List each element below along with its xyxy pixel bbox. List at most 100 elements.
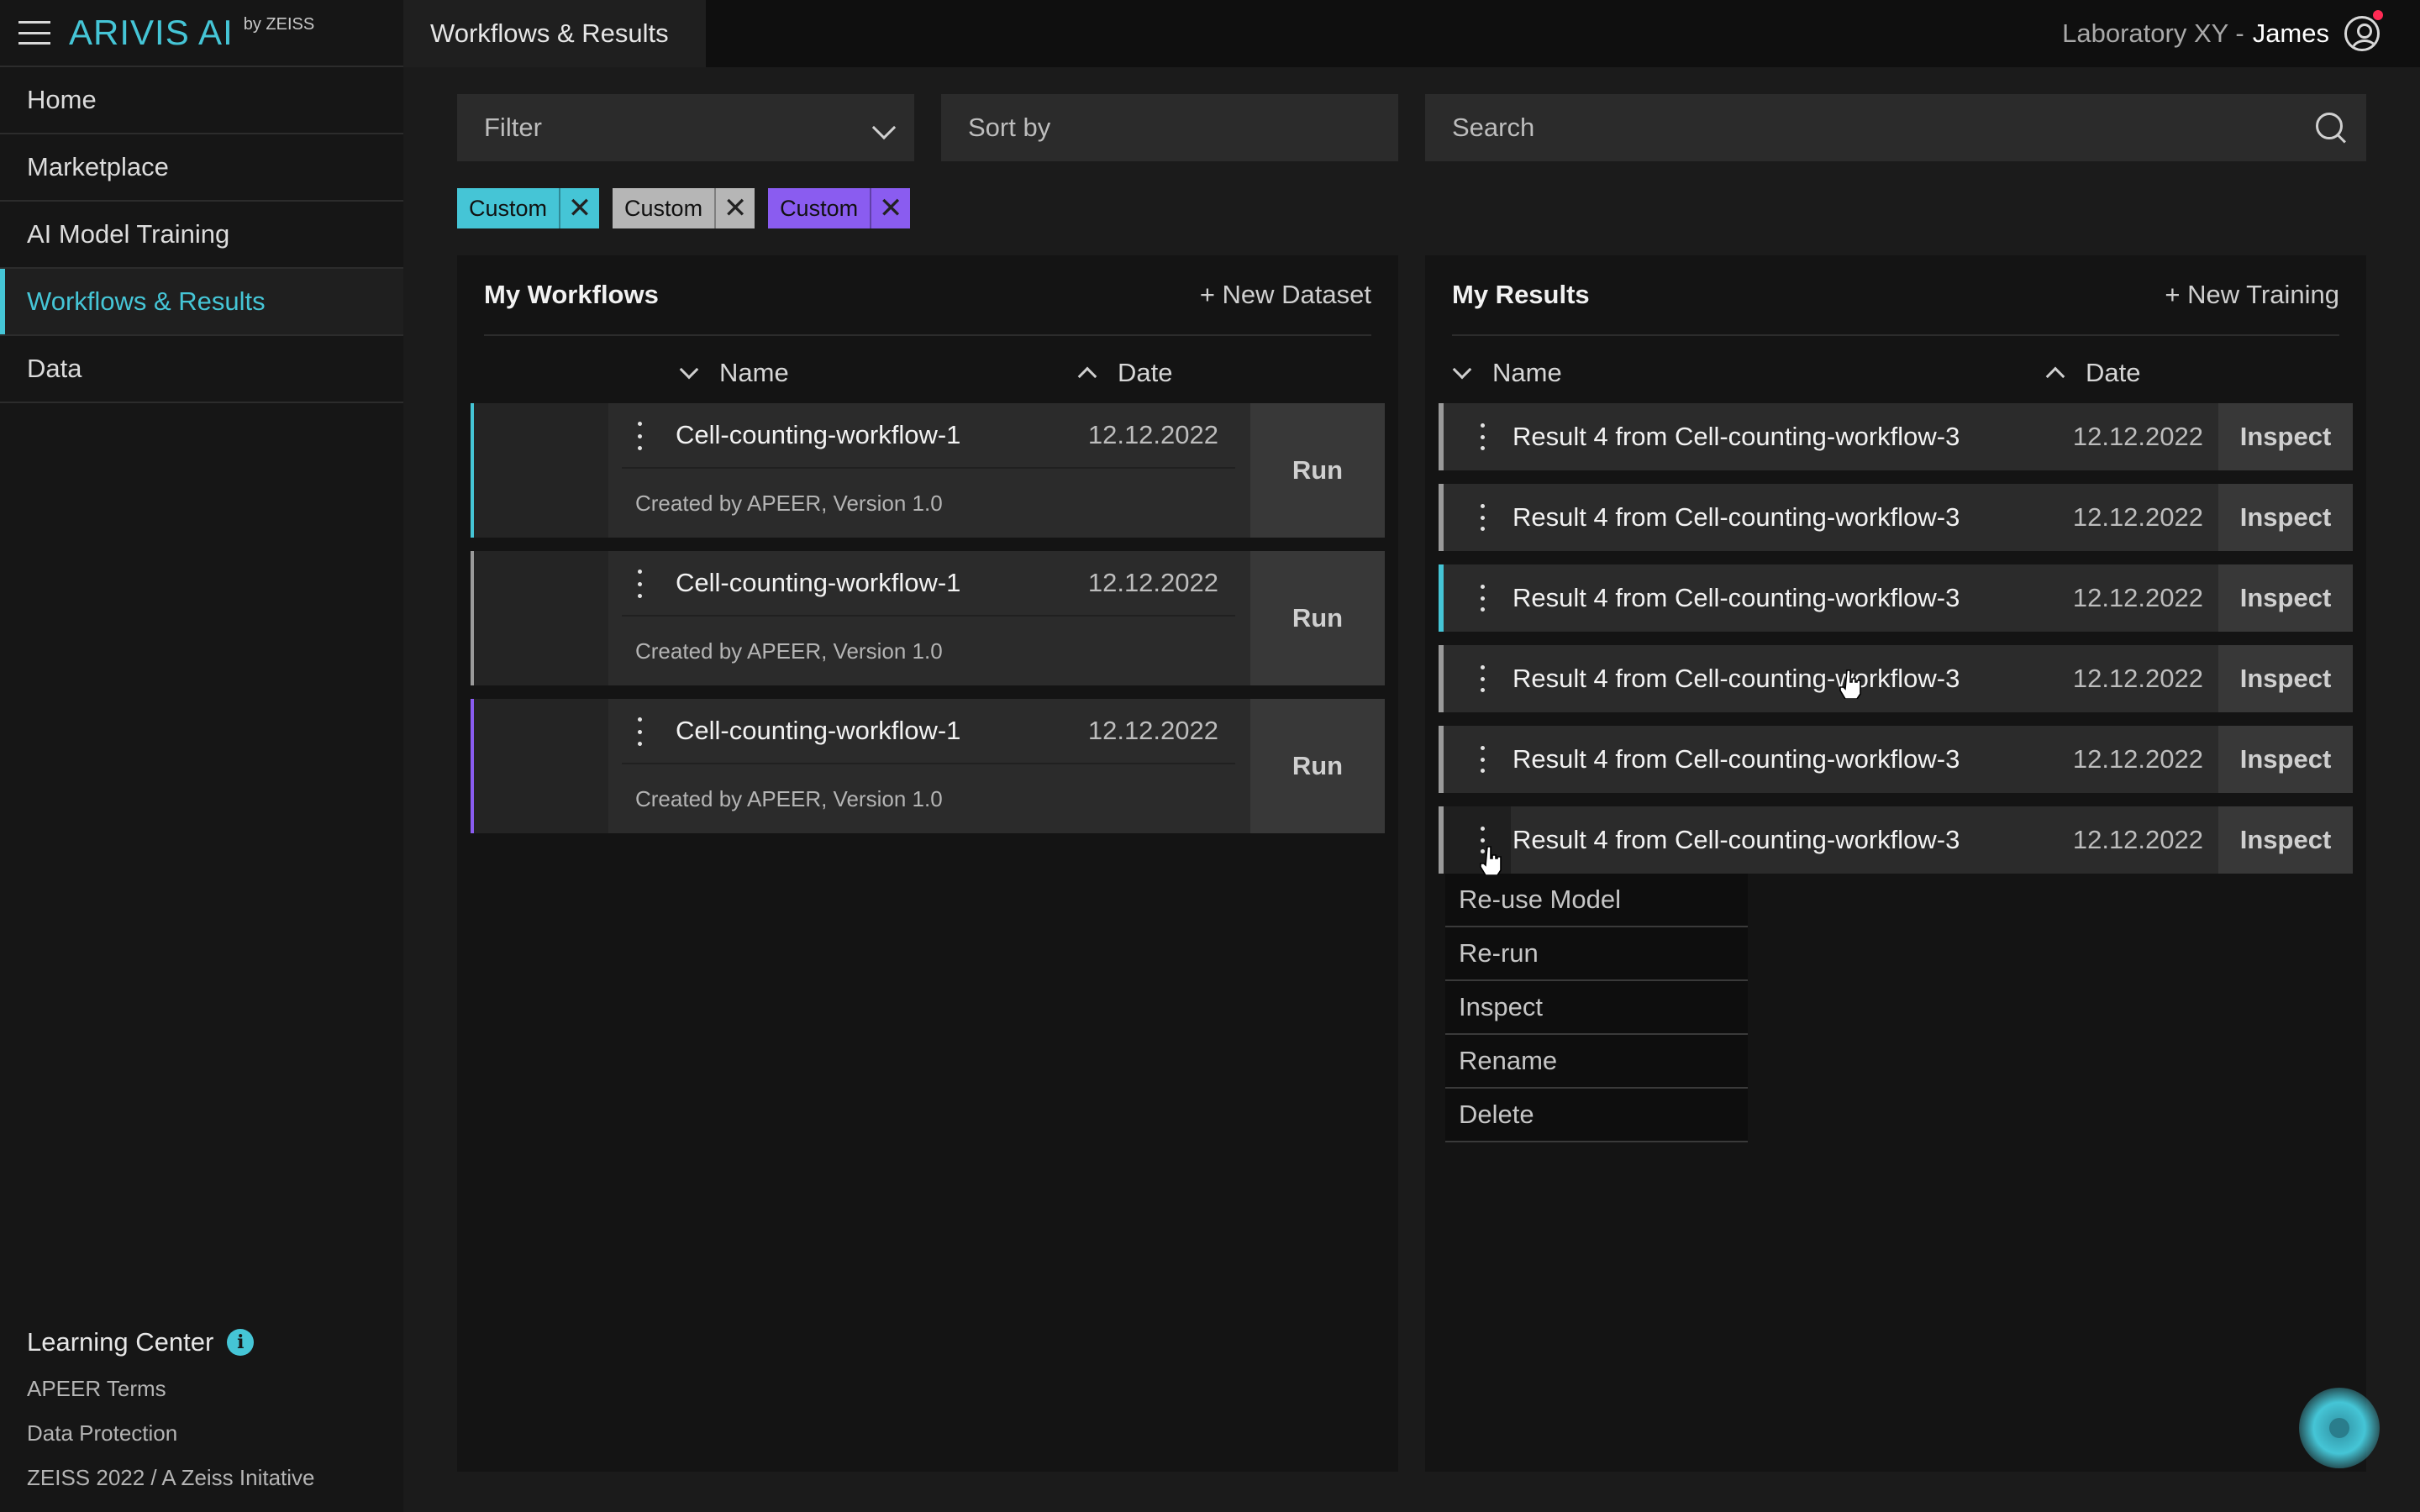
active-filter-tags: Custom ✕ Custom ✕ Custom ✕ — [457, 188, 911, 228]
result-date: 12.12.2022 — [2072, 664, 2203, 693]
lab-name: Laboratory XY - — [2062, 18, 2244, 48]
workflow-meta: Created by APEER, Version 1.0 — [635, 491, 943, 516]
workflows-header: My Workflows + New Dataset — [484, 255, 1371, 336]
result-row[interactable]: Result 4 from Cell-counting-workflow-3 1… — [1439, 484, 2353, 551]
search-input[interactable]: Search — [1425, 94, 2366, 161]
learning-center-title[interactable]: Learning Center i — [27, 1327, 315, 1357]
nav-item-ai-model-training[interactable]: AI Model Training — [0, 202, 403, 269]
workflows-title: My Workflows — [484, 280, 659, 309]
search-icon[interactable] — [2314, 111, 2348, 144]
result-menu-cell[interactable] — [1444, 403, 1511, 470]
new-dataset-button[interactable]: + New Dataset — [1200, 280, 1371, 310]
menu-item-delete[interactable]: Delete — [1445, 1089, 1748, 1142]
result-name: Result 4 from Cell-counting-workflow-3 — [1512, 422, 1960, 451]
filter-tag-label: Custom — [613, 188, 715, 228]
close-icon[interactable]: ✕ — [870, 188, 911, 228]
result-row[interactable]: Result 4 from Cell-counting-workflow-3 1… — [1439, 726, 2353, 793]
result-date: 12.12.2022 — [2072, 583, 2203, 612]
user-circle-icon[interactable] — [2344, 16, 2380, 51]
kebab-icon[interactable] — [1480, 423, 1485, 450]
sort-dropdown[interactable]: Sort by — [941, 94, 1398, 161]
learning-center-label: Learning Center — [27, 1327, 214, 1357]
user-area[interactable]: Laboratory XY - James — [2062, 0, 2380, 67]
hand-cursor-icon — [1839, 669, 1862, 700]
nav-item-marketplace[interactable]: Marketplace — [0, 134, 403, 202]
sidebar: ARIVIS AI by ZEISS Home Marketplace AI M… — [0, 0, 403, 1512]
col-name-label: Name — [719, 358, 789, 387]
brand-logo[interactable]: ARIVIS AI — [69, 13, 234, 53]
results-header: My Results + New Training — [1452, 255, 2339, 336]
menu-item-reuse-model[interactable]: Re-use Model — [1445, 874, 1748, 927]
workflow-date: 12.12.2022 — [1087, 568, 1218, 597]
sort-date-header[interactable]: Date — [2045, 348, 2140, 398]
hand-cursor-icon — [1479, 845, 1502, 876]
run-button[interactable]: Run — [1250, 551, 1385, 685]
result-menu-cell[interactable] — [1444, 484, 1511, 551]
nav-item-workflows-results[interactable]: Workflows & Results — [0, 269, 403, 336]
workflow-name: Cell-counting-workflow-1 — [676, 420, 961, 449]
close-icon[interactable]: ✕ — [714, 188, 755, 228]
new-training-button[interactable]: + New Training — [2165, 280, 2339, 310]
run-button[interactable]: Run — [1250, 403, 1385, 538]
inspect-button[interactable]: Inspect — [2218, 645, 2353, 712]
result-date: 12.12.2022 — [2072, 744, 2203, 774]
result-menu-cell[interactable] — [1444, 645, 1511, 712]
link-zeiss-initiative[interactable]: ZEISS 2022 / A Zeiss Initative — [27, 1465, 315, 1491]
result-menu-cell[interactable] — [1444, 564, 1511, 632]
workflow-card[interactable]: Cell-counting-workflow-1 12.12.2022 Crea… — [471, 551, 1385, 685]
sort-name-header[interactable]: Name — [1452, 348, 1562, 398]
filter-label: Filter — [484, 113, 542, 142]
menu-item-inspect[interactable]: Inspect — [1445, 981, 1748, 1035]
help-fab-icon[interactable] — [2299, 1388, 2380, 1468]
inspect-button[interactable]: Inspect — [2218, 806, 2353, 874]
divider — [622, 615, 1235, 617]
chevron-down-icon — [871, 115, 897, 140]
link-apeer-terms[interactable]: APEER Terms — [27, 1376, 315, 1402]
inspect-button[interactable]: Inspect — [2218, 403, 2353, 470]
nav-item-home[interactable]: Home — [0, 67, 403, 134]
chevron-down-icon — [679, 360, 699, 380]
filter-dropdown[interactable]: Filter — [457, 94, 914, 161]
divider — [622, 763, 1235, 764]
results-title: My Results — [1452, 280, 1590, 309]
filter-tag-label: Custom — [768, 188, 871, 228]
kebab-icon[interactable] — [637, 717, 642, 746]
menu-item-rerun[interactable]: Re-run — [1445, 927, 1748, 981]
inspect-button[interactable]: Inspect — [2218, 564, 2353, 632]
topbar: Workflows & Results Laboratory XY - Jame… — [403, 0, 2420, 67]
kebab-icon[interactable] — [1480, 504, 1485, 531]
workflow-card[interactable]: Cell-counting-workflow-1 12.12.2022 Crea… — [471, 699, 1385, 833]
learning-center: Learning Center i APEER Terms Data Prote… — [27, 1327, 315, 1491]
col-date-label: Date — [1118, 358, 1173, 387]
sort-name-header[interactable]: Name — [679, 348, 789, 398]
filter-tag: Custom ✕ — [768, 188, 911, 228]
kebab-icon[interactable] — [1480, 585, 1485, 612]
result-date: 12.12.2022 — [2072, 825, 2203, 854]
kebab-icon[interactable] — [1480, 746, 1485, 773]
result-menu-cell[interactable] — [1444, 726, 1511, 793]
hamburger-icon[interactable] — [18, 21, 50, 45]
kebab-icon[interactable] — [637, 570, 642, 598]
info-icon[interactable]: i — [227, 1329, 255, 1356]
search-placeholder: Search — [1452, 113, 1535, 142]
workflow-name: Cell-counting-workflow-1 — [676, 716, 961, 745]
run-button[interactable]: Run — [1250, 699, 1385, 833]
workflow-name: Cell-counting-workflow-1 — [676, 568, 961, 597]
result-row[interactable]: Result 4 from Cell-counting-workflow-3 1… — [1439, 806, 2353, 874]
result-row[interactable]: Result 4 from Cell-counting-workflow-3 1… — [1439, 564, 2353, 632]
link-data-protection[interactable]: Data Protection — [27, 1420, 315, 1446]
workflow-card[interactable]: Cell-counting-workflow-1 12.12.2022 Crea… — [471, 403, 1385, 538]
result-row[interactable]: Result 4 from Cell-counting-workflow-3 1… — [1439, 645, 2353, 712]
kebab-icon[interactable] — [637, 422, 642, 450]
sort-label: Sort by — [968, 113, 1051, 142]
result-row[interactable]: Result 4 from Cell-counting-workflow-3 1… — [1439, 403, 2353, 470]
inspect-button[interactable]: Inspect — [2218, 484, 2353, 551]
workflow-date: 12.12.2022 — [1087, 420, 1218, 449]
inspect-button[interactable]: Inspect — [2218, 726, 2353, 793]
kebab-icon[interactable] — [1480, 665, 1485, 692]
page-title-tab[interactable]: Workflows & Results — [403, 0, 706, 67]
close-icon[interactable]: ✕ — [559, 188, 600, 228]
sort-date-header[interactable]: Date — [1077, 348, 1173, 398]
nav-item-data[interactable]: Data — [0, 336, 403, 403]
menu-item-rename[interactable]: Rename — [1445, 1035, 1748, 1089]
